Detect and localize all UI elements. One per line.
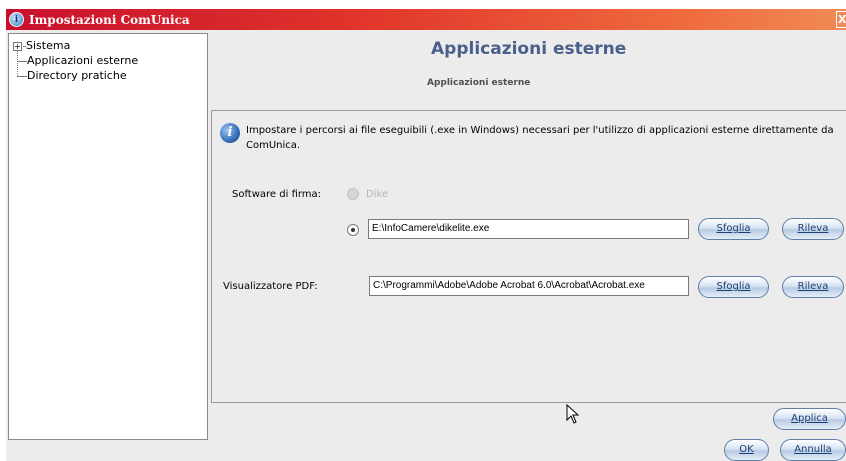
radio-dike-label: Dike [366,189,389,200]
tree-item-directory-pratiche[interactable]: Directory pratiche [13,68,203,83]
pdf-viewer-path-field[interactable]: C:\Programmi\Adobe\Adobe Acrobat 6.0\Acr… [369,276,689,296]
app-icon: i [9,12,24,27]
window-title: Impostazioni ComUnica [29,12,190,27]
apply-button[interactable]: Applica [773,408,846,430]
signature-path-field[interactable]: E:\InfoCamere\dikelite.exe [368,219,689,239]
radio-dike [347,188,359,200]
info-message: Impostare i percorsi ai file eseguibili … [246,125,834,151]
pdf-viewer-label: Visualizzatore PDF: [223,281,318,292]
panel-title: Applicazioni esterne [431,39,627,59]
signature-browse-button[interactable]: Sfoglia [698,218,769,240]
expand-icon[interactable]: + [13,41,22,51]
radio-custom-signature[interactable] [347,224,359,236]
tree-item-label: Sistema [26,39,71,52]
signature-software-label: Software di firma: [232,189,322,200]
title-bar[interactable]: i Impostazioni ComUnica X [6,9,846,30]
cancel-button[interactable]: Annulla [780,439,846,461]
panel-subtitle: Applicazioni esterne [427,78,531,88]
tree-item-label: Directory pratiche [27,69,127,82]
settings-content: i Impostare i percorsi ai file eseguibil… [211,110,846,403]
mouse-pointer-icon [566,404,580,424]
pdf-browse-button[interactable]: Sfoglia [698,276,769,298]
tree-item-applicazioni-esterne[interactable]: Applicazioni esterne [13,53,203,68]
ok-button[interactable]: OK [724,439,769,461]
tree-item-label: Applicazioni esterne [27,54,139,67]
settings-window: i Impostazioni ComUnica X + Sistema Appli… [6,9,846,461]
close-button[interactable]: X [836,11,846,28]
pdf-detect-button[interactable]: Rileva [782,276,844,298]
info-icon: i [220,123,240,143]
signature-detect-button[interactable]: Rileva [782,218,844,240]
tree-item-sistema[interactable]: + Sistema [13,38,203,53]
settings-tree: + Sistema Applicazioni esterne Directory … [8,33,208,440]
